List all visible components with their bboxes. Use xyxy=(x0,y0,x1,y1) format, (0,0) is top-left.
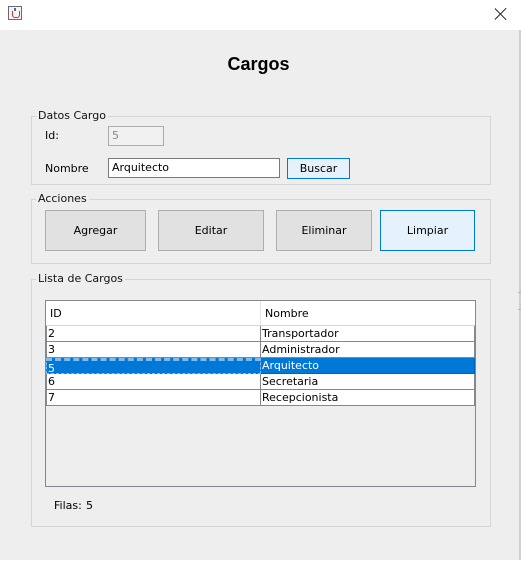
table-row[interactable]: 6 Secretaria xyxy=(46,374,475,390)
limpiar-button[interactable]: Limpiar xyxy=(380,210,475,251)
cell-id: 3 xyxy=(46,342,261,358)
cell-id: 5 xyxy=(46,358,261,375)
group-title: Lista de Cargos xyxy=(36,272,125,285)
close-icon[interactable] xyxy=(491,4,511,24)
agregar-button[interactable]: Agregar xyxy=(45,210,146,251)
cargos-table[interactable]: ID Nombre 2 Transportador 3 Administrador 5 A… xyxy=(45,300,476,487)
nombre-label: Nombre xyxy=(45,162,89,175)
group-title: Acciones xyxy=(36,192,89,205)
cell-nombre: Arquitecto xyxy=(261,358,475,374)
column-header-nombre[interactable]: Nombre xyxy=(261,301,475,325)
table-row[interactable]: 7 Recepcionista xyxy=(46,390,475,406)
cell-nombre: Secretaria xyxy=(261,374,475,390)
table-row[interactable]: 5 Arquitecto xyxy=(46,358,475,375)
cell-id: 2 xyxy=(46,326,261,342)
table-row[interactable]: 3 Administrador xyxy=(46,342,475,358)
page-title: Cargos xyxy=(227,54,290,74)
table-header: ID Nombre xyxy=(46,301,475,326)
cell-id: 6 xyxy=(46,374,261,390)
group-title: Datos Cargo xyxy=(36,109,108,122)
table-body: 2 Transportador 3 Administrador 5 Arquitecto 6… xyxy=(46,326,475,406)
id-label: Id: xyxy=(45,129,59,142)
buscar-button[interactable]: Buscar xyxy=(287,158,350,179)
nombre-input[interactable]: Arquitecto xyxy=(108,158,280,178)
column-header-id[interactable]: ID xyxy=(46,301,261,325)
cell-nombre: Administrador xyxy=(261,342,475,358)
title-bar xyxy=(0,0,521,30)
rows-count-label: Filas: xyxy=(54,499,82,512)
id-field: 5 xyxy=(108,126,164,146)
eliminar-button[interactable]: Eliminar xyxy=(276,210,372,251)
table-row[interactable]: 2 Transportador xyxy=(46,326,475,342)
cell-id: 7 xyxy=(46,390,261,406)
cell-nombre: Transportador xyxy=(261,326,475,342)
rows-count-value: 5 xyxy=(86,499,93,512)
editar-button[interactable]: Editar xyxy=(158,210,264,251)
java-icon xyxy=(8,6,22,20)
cell-nombre: Recepcionista xyxy=(261,390,475,406)
